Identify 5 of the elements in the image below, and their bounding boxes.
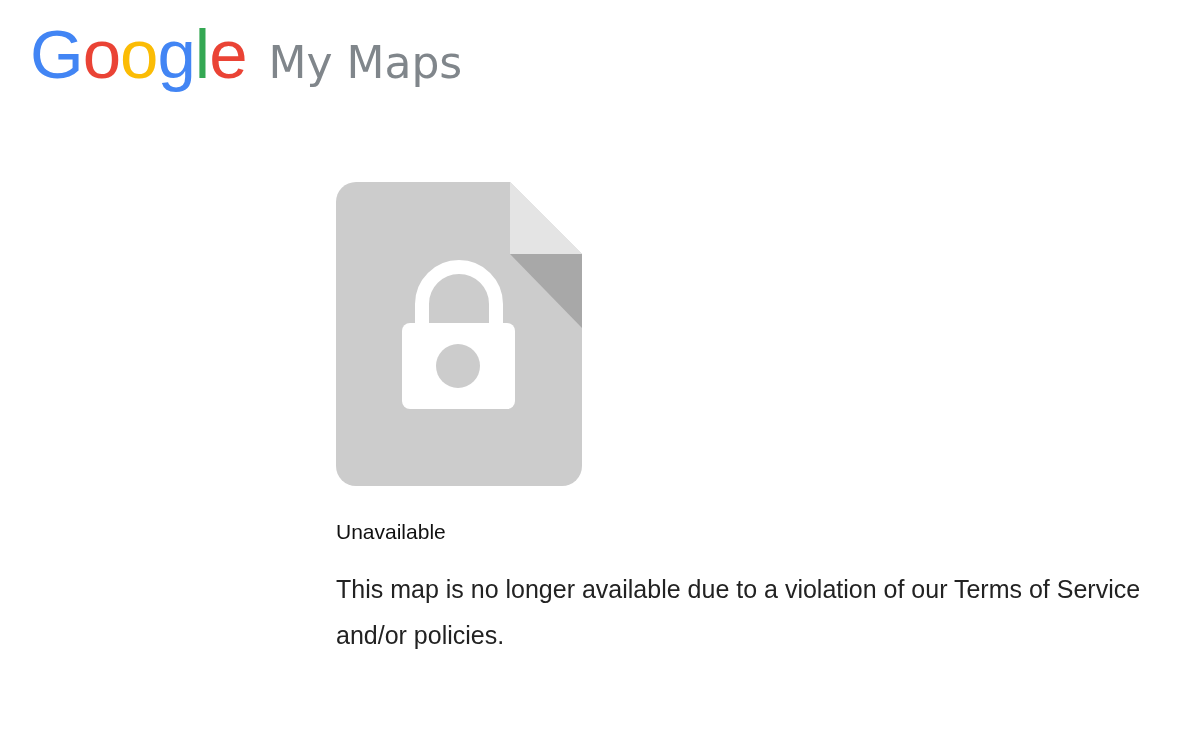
- message-text: This map is no longer available due to a violation of our Terms of Service and/or policies.: [336, 573, 1142, 651]
- status-title: Unavailable: [336, 519, 446, 544]
- logo-wordmark: Google: [30, 15, 247, 95]
- locked-file-icon: [336, 181, 582, 486]
- product-name: My Maps: [268, 37, 463, 90]
